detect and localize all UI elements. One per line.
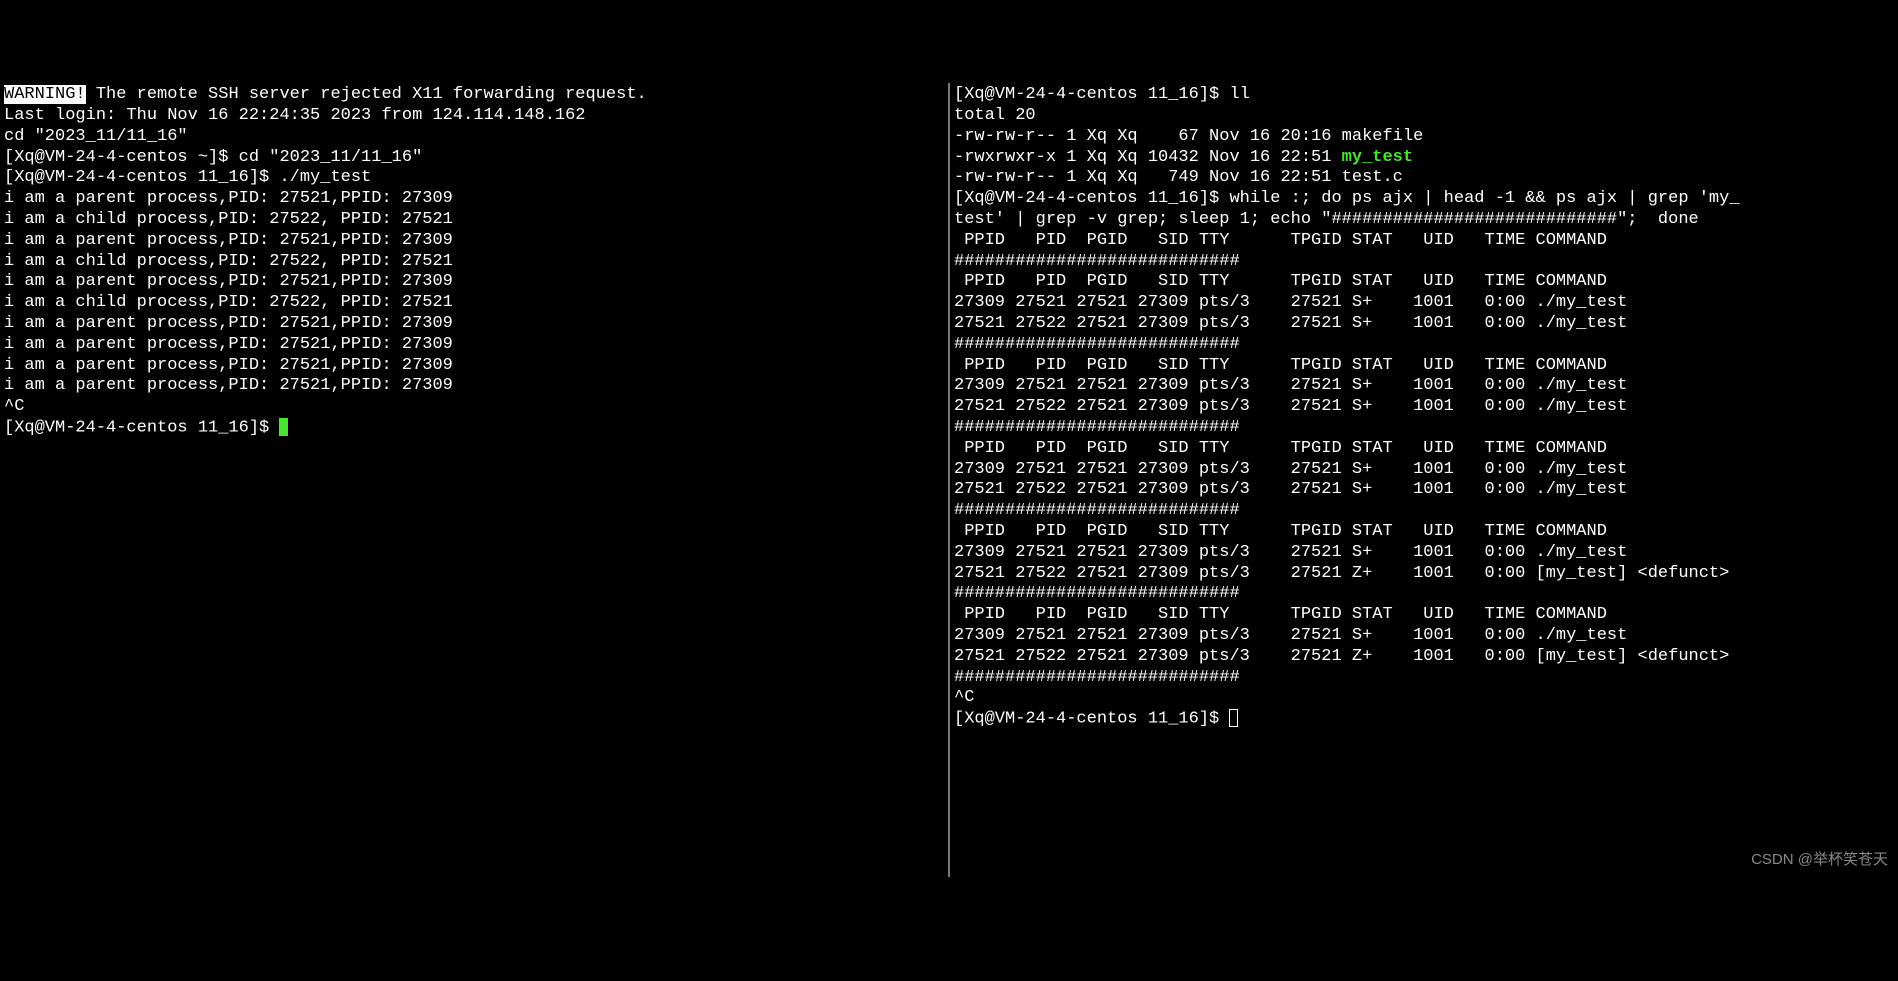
warning-label: WARNING! xyxy=(4,85,86,104)
split-container: WARNING! The remote SSH server rejected … xyxy=(0,83,1898,877)
right-terminal[interactable]: [Xq@VM-24-4-centos 11_16]$ ll total 20 -… xyxy=(950,83,1898,877)
cursor xyxy=(279,418,288,436)
left-terminal[interactable]: WARNING! The remote SSH server rejected … xyxy=(0,83,948,877)
watermark: CSDN @举杯笑苍天 xyxy=(1751,850,1888,871)
cursor xyxy=(1229,709,1238,727)
executable-file: my_test xyxy=(1342,148,1413,167)
